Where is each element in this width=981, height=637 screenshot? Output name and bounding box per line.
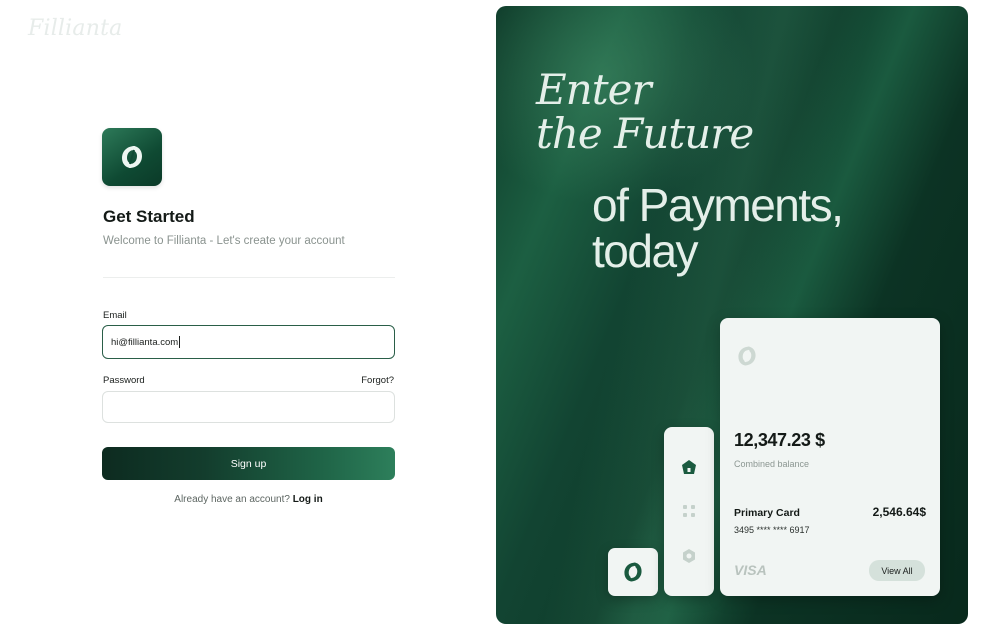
home-icon[interactable]	[681, 459, 697, 475]
balance-card: 12,347.23 $ Combined balance Primary Car…	[720, 318, 940, 596]
signup-button[interactable]: Sign up	[102, 447, 395, 480]
promo-panel: Enter the Future of Payments, today 12,3…	[496, 6, 968, 624]
forgot-password-link[interactable]: Forgot?	[330, 375, 394, 386]
hero-serif-heading: Enter the Future	[536, 65, 754, 158]
divider	[103, 277, 395, 278]
primary-card-amount: 2,546.64$	[872, 505, 926, 519]
card-number: 3495 **** **** 6917	[734, 525, 810, 535]
hero-line-2: the Future	[536, 109, 754, 158]
signup-form-panel: Get Started Welcome to Fillianta - Let's…	[0, 0, 490, 637]
password-field[interactable]	[102, 391, 395, 423]
combined-balance-value: 12,347.23 $	[734, 430, 825, 450]
fillianta-logo-icon	[738, 346, 756, 366]
grid-icon[interactable]	[681, 503, 697, 519]
visa-logo: VISA	[734, 562, 767, 578]
password-label: Password	[103, 375, 145, 386]
email-field[interactable]: hi@fillianta.com	[102, 325, 395, 359]
email-field-value: hi@fillianta.com	[111, 336, 179, 348]
settings-icon[interactable]	[681, 548, 697, 564]
logo-tile-small	[608, 548, 658, 596]
hero-sans-heading: of Payments, today	[592, 179, 844, 277]
app-logo	[102, 128, 162, 186]
nav-strip	[664, 427, 714, 596]
combined-balance-label: Combined balance	[734, 459, 810, 469]
hero-line-1: Enter	[536, 65, 652, 114]
hero-line-3: of Payments,	[592, 179, 844, 231]
primary-card-title: Primary Card	[734, 507, 800, 519]
login-prompt: Already have an account? Log in	[102, 494, 395, 505]
page-subtitle: Welcome to Fillianta - Let's create your…	[103, 235, 345, 247]
page-title: Get Started	[103, 207, 195, 226]
view-all-button[interactable]: View All	[869, 560, 925, 581]
card-logo	[734, 344, 760, 373]
email-label: Email	[103, 310, 127, 321]
hero-line-4: today	[592, 225, 699, 277]
login-prompt-text: Already have an account?	[174, 494, 290, 505]
fillianta-logo-icon	[122, 146, 142, 168]
login-link[interactable]: Log in	[293, 494, 323, 505]
text-caret	[179, 336, 181, 348]
fillianta-logo-icon	[624, 562, 642, 582]
